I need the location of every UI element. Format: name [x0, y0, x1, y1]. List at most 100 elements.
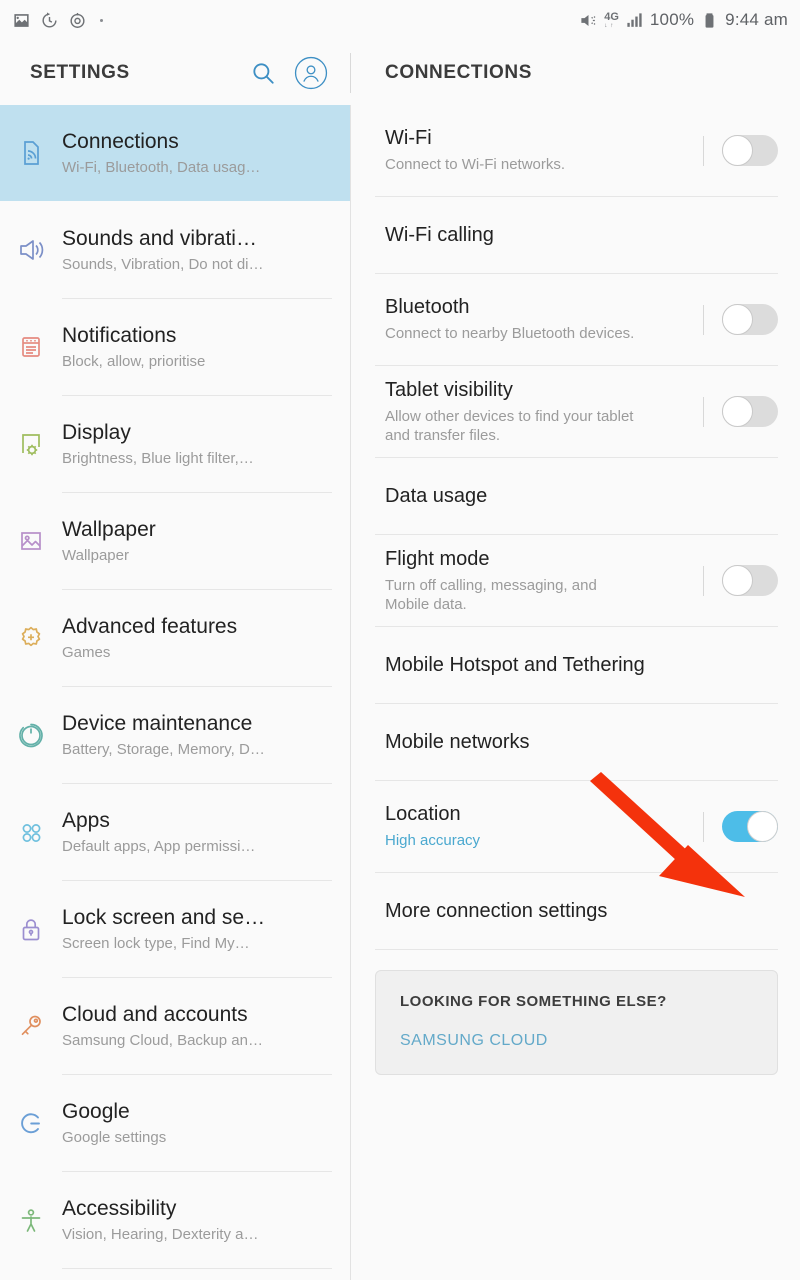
- connection-row-mobile-hotspot-and-tethering[interactable]: Mobile Hotspot and Tethering: [351, 627, 800, 703]
- toggle-switch-location[interactable]: [722, 811, 778, 842]
- sidebar-item-label: Google: [62, 1100, 130, 1124]
- toggle-knob: [722, 135, 753, 166]
- connection-row-text: Flight mode Turn off calling, messaging, …: [385, 547, 703, 615]
- connection-row-text: Wi-Fi calling: [385, 223, 778, 247]
- apps-icon: [0, 784, 62, 880]
- sound-icon: [0, 202, 62, 298]
- toggle-switch-bluetooth[interactable]: [722, 304, 778, 335]
- toggle-switch-wi-fi[interactable]: [722, 135, 778, 166]
- connection-row-flight-mode[interactable]: Flight mode Turn off calling, messaging, …: [351, 535, 800, 626]
- connection-row-mobile-networks[interactable]: Mobile networks: [351, 704, 800, 780]
- mute-icon: [579, 11, 598, 30]
- sidebar-item-apps[interactable]: Apps Default apps, App permissi…: [0, 784, 350, 880]
- connection-row-bluetooth[interactable]: Bluetooth Connect to nearby Bluetooth dev…: [351, 274, 800, 365]
- google-icon: [0, 1075, 62, 1171]
- display-icon: [0, 396, 62, 492]
- sidebar-item-sublabel: Samsung Cloud, Backup an…: [62, 1031, 263, 1049]
- promo-card-link[interactable]: SAMSUNG CLOUD: [400, 1032, 753, 1050]
- sidebar-item-label: Notifications: [62, 324, 177, 348]
- connection-row-text: Wi-Fi Connect to Wi-Fi networks.: [385, 126, 703, 175]
- sidebar-item-sublabel: Vision, Hearing, Dexterity a…: [62, 1225, 259, 1243]
- connection-row-wi-fi-calling[interactable]: Wi-Fi calling: [351, 197, 800, 273]
- connection-row-text: Bluetooth Connect to nearby Bluetooth dev…: [385, 295, 703, 344]
- sidebar-item-label: Display: [62, 421, 131, 445]
- promo-card-title: LOOKING FOR SOMETHING ELSE?: [400, 993, 667, 1010]
- connection-row-text: Mobile networks: [385, 730, 778, 754]
- sidebar-item-sublabel: Block, allow, prioritise: [62, 352, 206, 370]
- sidebar-item-advanced-features[interactable]: Advanced features Games: [0, 590, 350, 686]
- settings-sidebar[interactable]: Connections Wi-Fi, Bluetooth, Data usag… S…: [0, 105, 350, 1280]
- toggle-group: [703, 396, 778, 427]
- toggle-group: [703, 811, 778, 842]
- sidebar-item-text: Lock screen and se… Screen lock type, Fin…: [62, 906, 265, 951]
- battery-percent-label: 100%: [649, 10, 695, 29]
- sidebar-item-label: Lock screen and se…: [62, 906, 266, 930]
- sidebar-item-sounds-and-vibrati[interactable]: Sounds and vibrati… Sounds, Vibration, Do…: [0, 202, 350, 298]
- connections-list[interactable]: Wi-Fi Connect to Wi-Fi networks. Wi-Fi cal…: [351, 105, 800, 1280]
- toggle-group: [703, 304, 778, 335]
- sidebar-item-sublabel: Games: [62, 643, 111, 661]
- account-icon[interactable]: [294, 56, 328, 90]
- image-icon: [12, 11, 31, 30]
- accessibility-icon: [0, 1172, 62, 1268]
- connection-row-tablet-visibility[interactable]: Tablet visibility Allow other devices to …: [351, 366, 800, 457]
- sidebar-item-text: Advanced features Games: [62, 615, 237, 660]
- connection-row-label: Mobile networks: [385, 731, 530, 753]
- sidebar-item-text: Accessibility Vision, Hearing, Dexterity …: [62, 1197, 258, 1242]
- sidebar-item-text: Device maintenance Battery, Storage, Memo…: [62, 712, 265, 757]
- sidebar-item-notifications[interactable]: Notifications Block, allow, prioritise: [0, 299, 350, 395]
- header-actions: [246, 56, 350, 90]
- toggle-knob: [722, 565, 753, 596]
- toggle-knob: [722, 304, 753, 335]
- sidebar-item-sublabel: Wallpaper: [62, 546, 129, 564]
- location-mode-label[interactable]: High accuracy: [385, 831, 635, 851]
- status-bar-right: 4G ↓↑ 100% 9:44 am: [579, 10, 788, 30]
- connection-row-sublabel: Connect to Wi-Fi networks.: [385, 156, 566, 174]
- toggle-switch-flight-mode[interactable]: [722, 565, 778, 596]
- page-title: CONNECTIONS: [385, 61, 532, 83]
- sidebar-item-sublabel: Brightness, Blue light filter,…: [62, 449, 254, 467]
- app-header: SETTINGS CONNECTIONS: [0, 40, 800, 105]
- sidebar-item-text: Connections Wi-Fi, Bluetooth, Data usag…: [62, 130, 260, 175]
- connection-row-data-usage[interactable]: Data usage: [351, 458, 800, 534]
- battery-icon: [700, 11, 719, 30]
- sidebar-item-display[interactable]: Display Brightness, Blue light filter,…: [0, 396, 350, 492]
- sidebar-item-google[interactable]: Google Google settings: [0, 1075, 350, 1171]
- settings-title: SETTINGS: [30, 61, 130, 83]
- sidebar-item-wallpaper[interactable]: Wallpaper Wallpaper: [0, 493, 350, 589]
- connection-row-wi-fi[interactable]: Wi-Fi Connect to Wi-Fi networks.: [351, 105, 800, 196]
- connection-divider: [375, 949, 778, 950]
- connection-row-text: Location High accuracy: [385, 802, 703, 851]
- search-icon[interactable]: [246, 56, 280, 90]
- toggle-group: [703, 565, 778, 596]
- toggle-knob: [747, 811, 778, 842]
- sidebar-item-sublabel: Battery, Storage, Memory, D…: [62, 740, 265, 758]
- sidebar-item-connections[interactable]: Connections Wi-Fi, Bluetooth, Data usag…: [0, 105, 350, 201]
- connection-row-more-connection-settings[interactable]: More connection settings: [351, 873, 800, 949]
- status-bar-left: [12, 11, 103, 30]
- toggle-switch-tablet-visibility[interactable]: [722, 396, 778, 427]
- connection-row-text: Data usage: [385, 484, 778, 508]
- sidebar-item-cloud-and-accounts[interactable]: Cloud and accounts Samsung Cloud, Backup …: [0, 978, 350, 1074]
- sidebar-item-text: Sounds and vibrati… Sounds, Vibration, Do…: [62, 227, 264, 272]
- connection-row-label: Location: [385, 803, 461, 826]
- sidebar-item-label: Advanced features: [62, 615, 238, 639]
- sidebar-item-label: Sounds and vibrati…: [62, 227, 257, 251]
- sidebar-item-sublabel: Google settings: [62, 1128, 167, 1146]
- connection-row-location[interactable]: Location High accuracy: [351, 781, 800, 872]
- sidebar-item-label: Apps: [62, 809, 110, 833]
- connections-icon: [0, 105, 62, 201]
- lock-icon: [0, 881, 62, 977]
- screen: 4G ↓↑ 100% 9:44 am SETTINGS CONNECTIONS …: [0, 0, 800, 1280]
- sidebar-item-sublabel: Default apps, App permissi…: [62, 837, 256, 855]
- sidebar-item-sublabel: Wi-Fi, Bluetooth, Data usag…: [62, 158, 261, 176]
- sidebar-item-lock-screen-and-se[interactable]: Lock screen and se… Screen lock type, Fin…: [0, 881, 350, 977]
- connection-row-sublabel: Allow other devices to find your tablet …: [385, 407, 634, 445]
- sidebar-item-device-maintenance[interactable]: Device maintenance Battery, Storage, Memo…: [0, 687, 350, 783]
- sidebar-item-text: Notifications Block, allow, prioritise: [62, 324, 205, 369]
- toggle-separator: [703, 135, 704, 166]
- sidebar-item-accessibility[interactable]: Accessibility Vision, Hearing, Dexterity …: [0, 1172, 350, 1268]
- network-type-indicator: 4G ↓↑: [604, 10, 619, 29]
- connection-row-label: Bluetooth: [385, 296, 470, 319]
- connection-row-sublabel: Turn off calling, messaging, and Mobile …: [385, 576, 597, 614]
